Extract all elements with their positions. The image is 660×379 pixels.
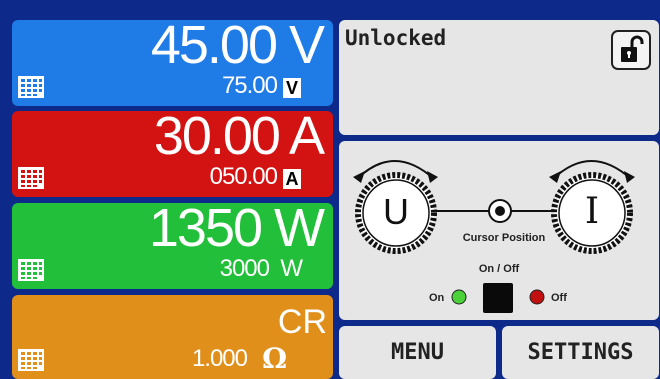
onoff-label: On / Off	[478, 263, 520, 275]
output-toggle-button[interactable]	[483, 283, 513, 313]
power-actual: 1350 W	[148, 203, 325, 258]
voltage-actual: 45.00 V	[150, 20, 325, 75]
power-set[interactable]: 3000	[220, 255, 270, 283]
power-panel[interactable]: 1350 W 3000 W	[12, 203, 333, 289]
voltage-panel[interactable]: 45.00 V 75.00 V	[12, 20, 333, 106]
off-label: Off	[551, 292, 567, 304]
current-set[interactable]: 050.00	[210, 163, 278, 191]
voltage-set[interactable]: 75.00	[222, 72, 278, 100]
cursor-position-label: Cursor Position	[462, 232, 546, 244]
on-label: On	[429, 292, 445, 304]
menu-button[interactable]: MENU	[339, 326, 496, 379]
current-unit: A	[283, 169, 301, 189]
knob-u-label[interactable]: U	[381, 191, 411, 233]
lock-status: Unlocked	[345, 26, 447, 50]
control-panel: U I Cursor Position On / Off On Off	[339, 141, 659, 320]
knob-i-label[interactable]: I	[577, 191, 607, 232]
resistance-unit: Ω	[262, 342, 287, 375]
settings-button[interactable]: SETTINGS	[502, 326, 659, 379]
lock-panel: Unlocked	[339, 20, 659, 135]
power-unit: W	[280, 255, 303, 282]
off-indicator-icon	[529, 289, 545, 305]
on-indicator-icon	[451, 289, 467, 305]
current-panel[interactable]: 30.00 A 050.00 A	[12, 111, 333, 197]
keypad-icon[interactable]	[18, 167, 44, 189]
mode-label: CR	[277, 303, 327, 341]
current-actual: 30.00 A	[153, 111, 325, 166]
keypad-icon[interactable]	[18, 349, 44, 371]
keypad-icon[interactable]	[18, 76, 44, 98]
voltage-unit: V	[283, 78, 301, 98]
resistance-set[interactable]: 1.000	[192, 345, 248, 373]
unlocked-icon[interactable]	[611, 30, 651, 70]
keypad-icon[interactable]	[18, 259, 44, 281]
resistance-panel[interactable]: CR 1.000 Ω	[12, 295, 333, 379]
